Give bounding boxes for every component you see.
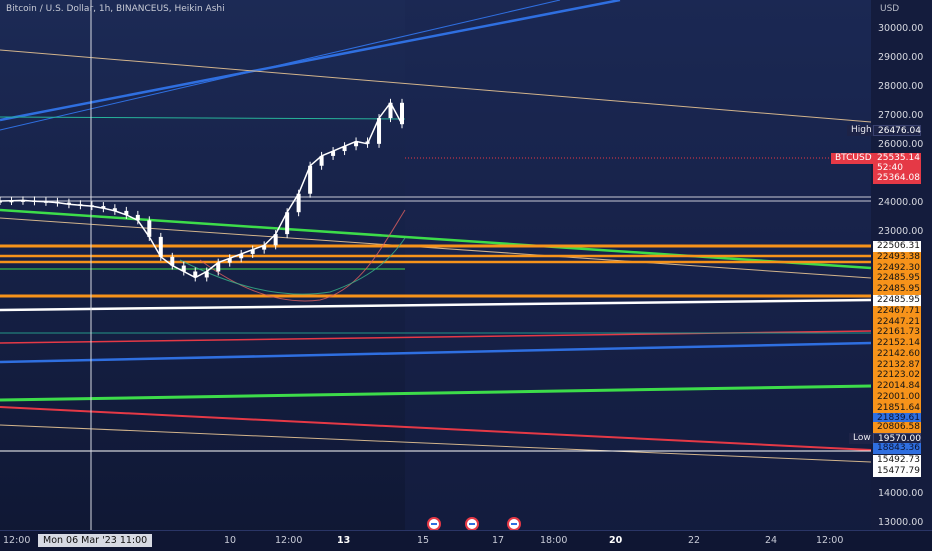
currency-label: USD — [880, 4, 900, 14]
x-tick-label: 20 — [609, 535, 623, 546]
price-level-tag: 22485.95 — [873, 295, 921, 306]
y-tick-label: 27000.00 — [878, 110, 924, 121]
price-level-tag: 22485.95 — [873, 273, 921, 284]
x-tick-label: 22 — [688, 535, 701, 546]
price-level-tag: 22506.31 — [873, 241, 921, 252]
x-tick-label: 12:00 — [816, 535, 844, 546]
y-tick-label: 30000.00 — [878, 23, 924, 34]
y-tick-label: 23000.00 — [878, 226, 924, 237]
candles-layer — [0, 98, 404, 282]
price-level-tag: 22493.38 — [873, 252, 921, 263]
price-level-tag: 22014.84 — [873, 381, 921, 392]
chart-panel[interactable]: Bitcoin / U.S. Dollar, 1h, BINANCEUS, He… — [0, 0, 932, 551]
price-level-tag: 15492.73 — [873, 455, 921, 466]
x-tick-label: 15 — [417, 535, 430, 546]
chart-title: Bitcoin / U.S. Dollar, 1h, BINANCEUS, He… — [6, 4, 225, 14]
y-tick-label: 28000.00 — [878, 81, 924, 92]
teal-line — [0, 116, 406, 120]
price-path — [0, 101, 403, 279]
x-tick-label: 17 — [492, 535, 505, 546]
price-level-tag: 15477.79 — [873, 466, 921, 477]
y-tick-label: 26000.00 — [878, 139, 924, 150]
symbol-label: BTCUSD — [831, 153, 876, 164]
y-tick-label: 13000.00 — [878, 517, 924, 528]
price-level-tag: 22001.00 — [873, 392, 921, 403]
high-value-tag: 26476.04 — [873, 125, 921, 136]
x-tick-label: 10 — [224, 535, 237, 546]
x-tick-label: 24 — [765, 535, 778, 546]
prev-price-tag: 25364.08 — [873, 173, 921, 184]
price-chart-svg[interactable] — [0, 0, 932, 550]
low-label: Low — [849, 433, 875, 444]
price-level-tag: 22161.73 — [873, 327, 921, 338]
y-tick-label: 24000.00 — [878, 197, 924, 208]
price-level-tag: 18843.36 — [873, 443, 921, 454]
us-flag-event-icon[interactable] — [427, 517, 441, 531]
us-flag-event-icon[interactable] — [507, 517, 521, 531]
price-level-tag: 22152.14 — [873, 338, 921, 349]
high-label: High — [847, 125, 876, 136]
x-axis[interactable]: 12:0081012:0013151718:0020222412:00 Mon … — [0, 530, 932, 551]
crosshair-date-label: Mon 06 Mar '23 11:00 — [38, 534, 153, 547]
price-level-tag: 22123.02 — [873, 370, 921, 381]
x-tick-label: 12:00 — [275, 535, 303, 546]
price-level-tag: 20806.58 — [873, 422, 921, 433]
price-level-tag: 22142.60 — [873, 349, 921, 360]
y-tick-label: 14000.00 — [878, 488, 924, 499]
y-tick-label: 29000.00 — [878, 52, 924, 63]
us-flag-event-icon[interactable] — [465, 517, 479, 531]
x-tick-label: 13 — [337, 535, 351, 546]
price-level-tag: 22485.95 — [873, 284, 921, 295]
price-level-tag: 22467.71 — [873, 306, 921, 317]
x-tick-label: 18:00 — [540, 535, 568, 546]
x-tick-label: 12:00 — [3, 535, 31, 546]
